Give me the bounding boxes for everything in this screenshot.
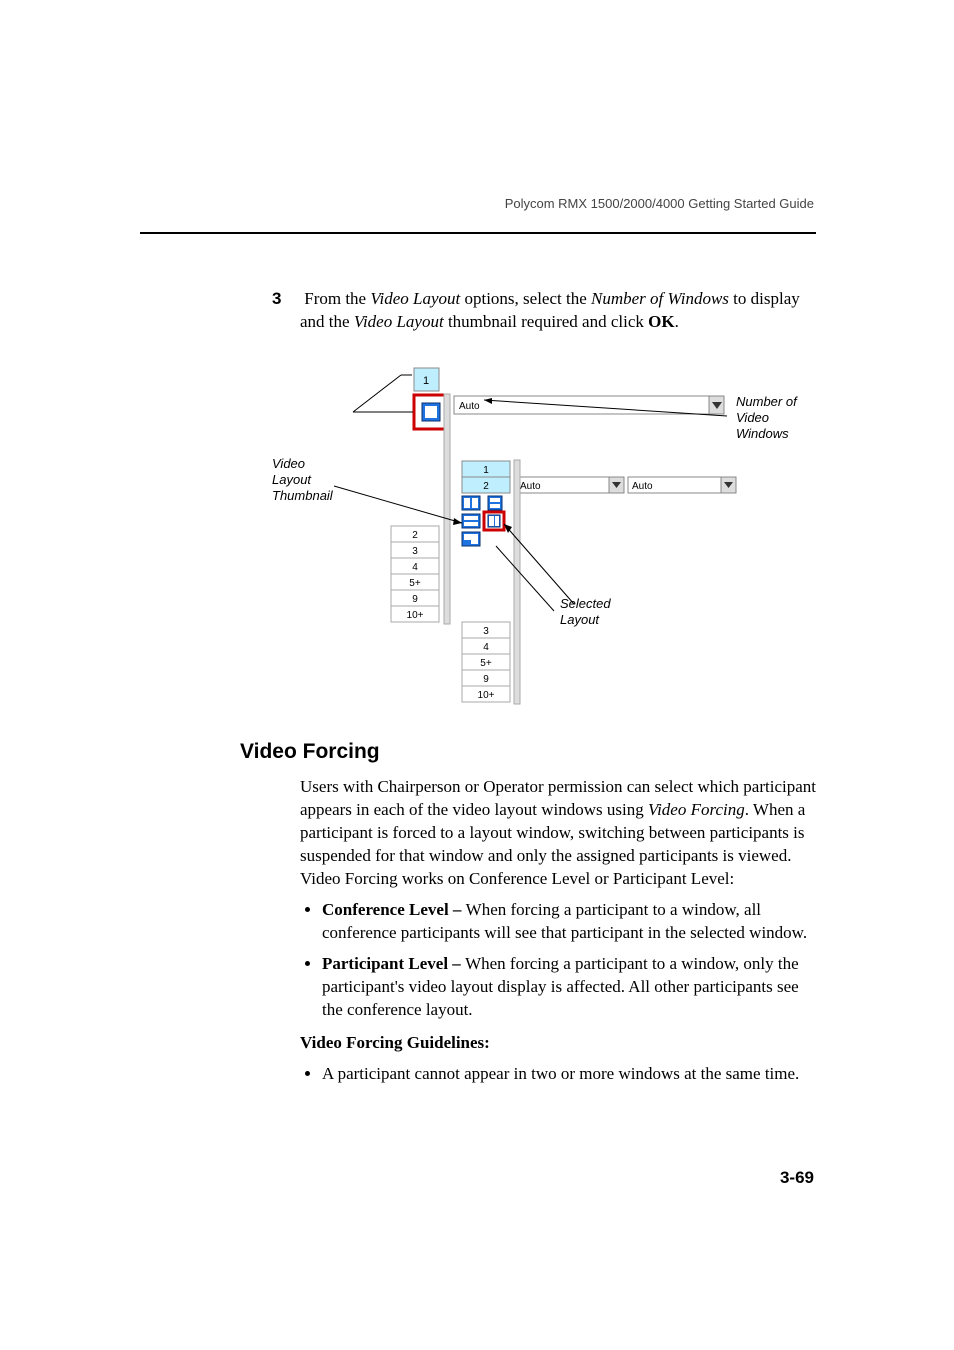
video-forcing-heading: Video Forcing xyxy=(240,738,820,766)
svg-text:2: 2 xyxy=(412,530,418,541)
step-text-c: options, select the xyxy=(460,289,591,308)
left-menu: 2 3 4 5+ 9 10+ xyxy=(391,526,439,622)
step-text-b: Video Layout xyxy=(370,289,460,308)
svg-text:2: 2 xyxy=(483,481,489,492)
svg-text:4: 4 xyxy=(483,642,489,653)
thumbnail-row-2 xyxy=(462,496,504,546)
svg-text:Selected: Selected xyxy=(560,596,611,611)
svg-text:Windows: Windows xyxy=(736,426,789,441)
page-number: 3-69 xyxy=(780,1168,814,1188)
step-text-h: OK xyxy=(648,312,674,331)
step-text-a: From the xyxy=(304,289,370,308)
svg-text:1: 1 xyxy=(423,375,429,387)
svg-text:Video: Video xyxy=(272,456,305,471)
svg-text:9: 9 xyxy=(483,674,489,685)
svg-text:4: 4 xyxy=(412,562,418,573)
svg-text:9: 9 xyxy=(412,594,418,605)
header-rule xyxy=(140,232,816,234)
svg-text:1: 1 xyxy=(483,465,489,476)
svg-text:3: 3 xyxy=(483,626,489,637)
guidelines-heading: Video Forcing Guidelines: xyxy=(300,1032,820,1055)
bullet3-text: A participant cannot appear in two or mo… xyxy=(322,1064,799,1083)
level-bullets: Conference Level – When forcing a partic… xyxy=(300,899,820,1022)
svg-text:Video: Video xyxy=(736,410,769,425)
svg-text:Thumbnail: Thumbnail xyxy=(272,488,334,503)
svg-text:Auto: Auto xyxy=(632,481,653,492)
svg-text:5+: 5+ xyxy=(409,578,421,589)
step-3: 3 From the Video Layout options, select … xyxy=(300,288,820,334)
step-number: 3 xyxy=(272,288,300,311)
svg-text:Number of: Number of xyxy=(736,394,798,409)
step-text: From the Video Layout options, select th… xyxy=(300,289,800,331)
svg-text:5+: 5+ xyxy=(480,658,492,669)
bullet-conference-level: Conference Level – When forcing a partic… xyxy=(322,899,820,945)
para1-b: Video Forcing xyxy=(648,800,745,819)
svg-text:Auto: Auto xyxy=(520,481,541,492)
svg-text:Auto: Auto xyxy=(459,401,480,412)
bullet1-label: Conference Level – xyxy=(322,900,466,919)
video-forcing-para: Users with Chairperson or Operator permi… xyxy=(300,776,820,891)
bullet-participant-level: Participant Level – When forcing a parti… xyxy=(322,953,820,1022)
step-text-f: Video Layout xyxy=(354,312,444,331)
svg-text:Layout: Layout xyxy=(272,472,312,487)
guidelines-bullets: A participant cannot appear in two or mo… xyxy=(300,1063,820,1086)
video-layout-figure: 1 Auto xyxy=(264,356,824,716)
step-text-i: . xyxy=(675,312,679,331)
step-text-g: thumbnail required and click xyxy=(444,312,648,331)
step-text-d: Number of Windows xyxy=(591,289,729,308)
svg-text:10+: 10+ xyxy=(478,690,495,701)
svg-text:Layout: Layout xyxy=(560,612,600,627)
header-guide-title: Polycom RMX 1500/2000/4000 Getting Start… xyxy=(505,196,814,211)
svg-text:10+: 10+ xyxy=(407,610,424,621)
bullet-guideline-1: A participant cannot appear in two or mo… xyxy=(322,1063,820,1086)
svg-text:3: 3 xyxy=(412,546,418,557)
bullet2-label: Participant Level – xyxy=(322,954,465,973)
